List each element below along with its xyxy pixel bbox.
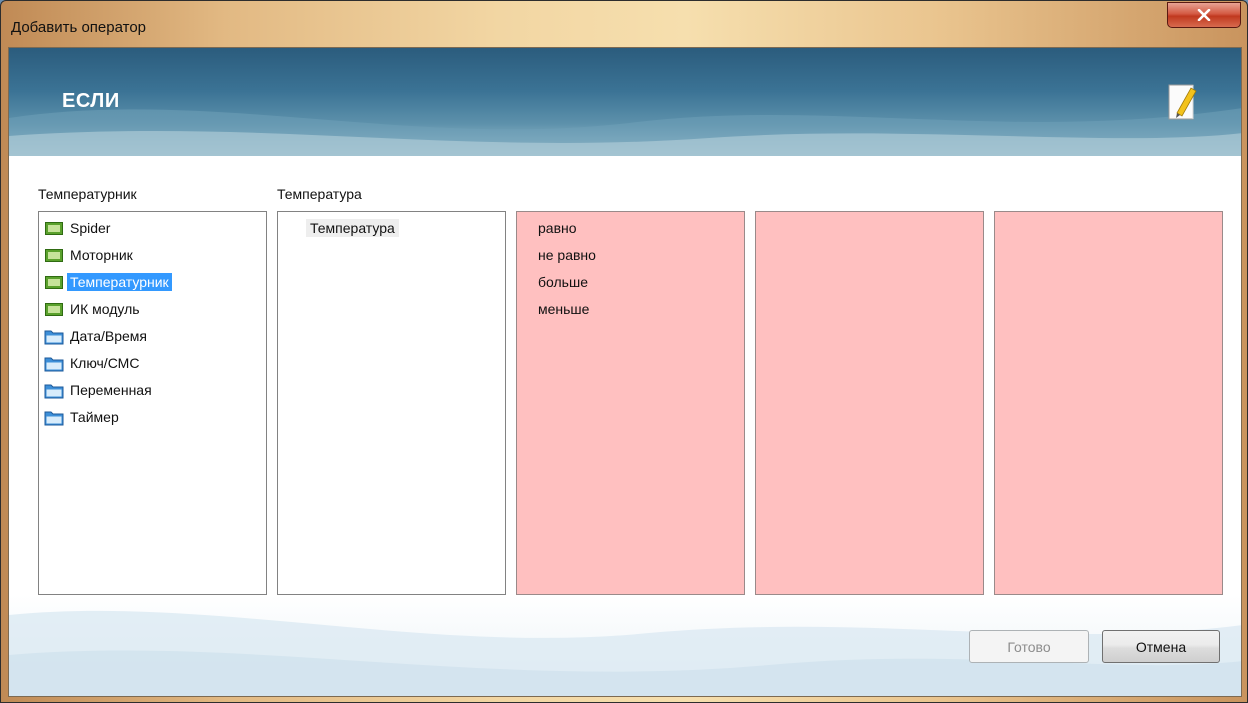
tree-item-key-sms[interactable]: Ключ/СМС bbox=[43, 352, 142, 374]
device-icon bbox=[43, 246, 65, 264]
banner-waves bbox=[9, 108, 1241, 156]
tree-item-temperaturnik[interactable]: Температурник bbox=[43, 271, 172, 293]
tree-item-label: Переменная bbox=[70, 382, 152, 398]
folder-icon bbox=[43, 354, 65, 372]
tree-item-motornik[interactable]: Моторник bbox=[43, 244, 136, 266]
device-tree-panel[interactable]: Spider Моторник Температурник ИК модуль bbox=[38, 211, 267, 595]
tree-item-label: Дата/Время bbox=[70, 328, 148, 344]
device-icon bbox=[43, 300, 65, 318]
tree-item-spider[interactable]: Spider bbox=[43, 217, 113, 239]
list-item-temperature[interactable]: Температура bbox=[306, 219, 399, 237]
folder-icon bbox=[43, 381, 65, 399]
window-title: Добавить оператор bbox=[11, 19, 147, 36]
tree-item-label: Моторник bbox=[70, 247, 133, 263]
tree-item-label: Ключ/СМС bbox=[70, 355, 140, 371]
tree-item-variable[interactable]: Переменная bbox=[43, 379, 155, 401]
operator-greater[interactable]: больше bbox=[534, 273, 592, 291]
title-bar: Добавить оператор bbox=[1, 1, 1247, 47]
tree-item-ir-module[interactable]: ИК модуль bbox=[43, 298, 143, 320]
device-icon bbox=[43, 219, 65, 237]
cancel-button[interactable]: Отмена bbox=[1102, 630, 1220, 663]
value-list-panel[interactable] bbox=[755, 211, 984, 595]
device-icon bbox=[43, 273, 65, 291]
tree-item-timer[interactable]: Таймер bbox=[43, 406, 122, 428]
params-list-panel[interactable]: Температура bbox=[277, 211, 506, 595]
banner-title: ЕСЛИ bbox=[62, 90, 120, 112]
folder-icon bbox=[43, 327, 65, 345]
params-column-label: Температура bbox=[277, 186, 362, 202]
tree-item-label: Spider bbox=[70, 220, 111, 236]
tree-item-label: ИК модуль bbox=[70, 301, 140, 317]
ok-button[interactable]: Готово bbox=[969, 630, 1089, 663]
close-icon bbox=[1197, 9, 1211, 21]
operator-equal[interactable]: равно bbox=[534, 219, 581, 237]
dialog-window: Добавить оператор ЕСЛИ Температурник Тем… bbox=[0, 0, 1248, 703]
devices-column-label: Температурник bbox=[38, 186, 137, 202]
dialog-client-area: ЕСЛИ Температурник Температура Spider Мо… bbox=[8, 47, 1242, 697]
operator-less[interactable]: меньше bbox=[534, 300, 593, 318]
folder-icon bbox=[43, 408, 65, 426]
tree-item-label: Таймер bbox=[70, 409, 119, 425]
operator-not-equal[interactable]: не равно bbox=[534, 246, 600, 264]
header-banner: ЕСЛИ bbox=[9, 48, 1241, 156]
tree-item-datetime[interactable]: Дата/Время bbox=[43, 325, 150, 347]
extra-list-panel[interactable] bbox=[994, 211, 1223, 595]
edit-note-icon bbox=[1167, 82, 1199, 129]
tree-item-label: Температурник bbox=[67, 273, 172, 291]
close-button[interactable] bbox=[1167, 2, 1241, 28]
operators-list-panel[interactable]: равно не равно больше меньше bbox=[516, 211, 745, 595]
